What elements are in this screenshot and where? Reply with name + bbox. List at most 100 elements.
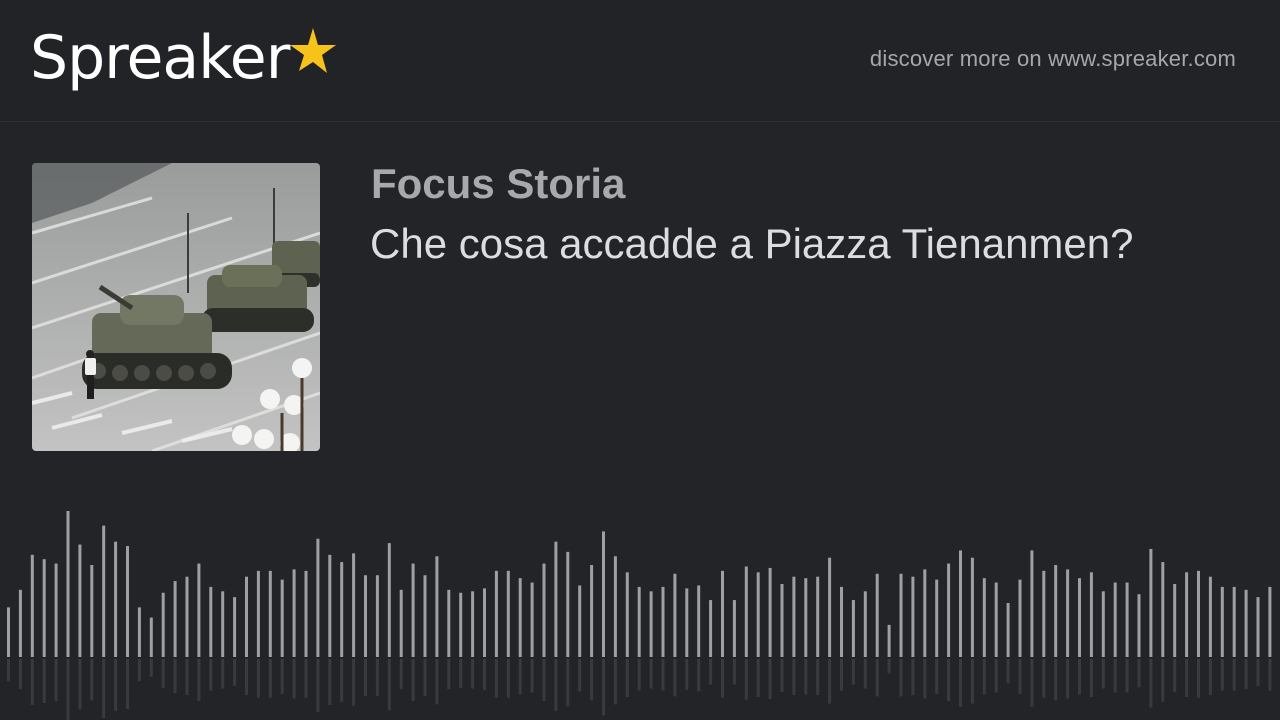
waveform-bar-reflection	[1006, 659, 1010, 684]
waveform-bar	[1149, 548, 1153, 657]
top-bar: Spreaker discover more on www.spreaker.c…	[0, 0, 1280, 122]
cover-image	[32, 163, 320, 451]
waveform-bar	[685, 588, 689, 657]
waveform-bar-reflection	[851, 659, 855, 685]
waveform-bar-reflection	[887, 659, 891, 674]
waveform-bar	[649, 591, 653, 657]
waveform-bar-reflection	[1113, 659, 1117, 693]
waveform-bar-reflection	[578, 659, 582, 692]
waveform-bar-reflection	[947, 659, 951, 702]
waveform-bar-reflection	[982, 659, 986, 695]
waveform-bar-reflection	[1137, 659, 1141, 688]
waveform-bar-reflection	[911, 659, 915, 696]
waveform-bar-reflection	[328, 659, 332, 705]
waveform-bar-reflection	[602, 659, 605, 716]
waveform-bar-reflection	[292, 659, 296, 699]
waveform-bar-reflection	[102, 659, 106, 719]
waveform-bar-reflection	[399, 659, 403, 690]
waveform-bar-reflection	[126, 659, 129, 709]
discover-more-link[interactable]: discover more on www.spreaker.com	[870, 46, 1236, 72]
waveform-bar-reflection	[780, 659, 784, 692]
waveform-bar-reflection	[1220, 659, 1224, 691]
waveform-bar	[923, 569, 927, 657]
waveform-bar	[673, 573, 677, 657]
waveform-bar	[185, 576, 189, 657]
waveform-bar	[887, 624, 891, 657]
star-icon	[290, 28, 337, 73]
waveform-bar	[756, 572, 760, 657]
waveform-bar-reflection	[1066, 659, 1070, 699]
waveform-bar	[149, 617, 153, 657]
waveform-bar-reflection	[149, 659, 153, 677]
waveform-bar	[54, 563, 58, 657]
waveform-bar-reflection	[137, 659, 141, 682]
waveform-bar-reflection	[566, 659, 570, 707]
waveform-bar-reflection	[744, 659, 748, 700]
waveform-bar	[566, 551, 570, 657]
waveform-bar	[471, 591, 475, 657]
waveform-bar-reflection	[863, 659, 867, 689]
waveform-bar	[209, 586, 213, 657]
waveform-bar	[221, 591, 225, 657]
waveform-bar-reflection	[494, 659, 498, 698]
waveform-bar-reflection	[340, 659, 344, 702]
waveform-bar-reflection	[1161, 659, 1165, 702]
waveform-bar	[304, 570, 308, 657]
waveform-bar-reflection	[1185, 659, 1189, 698]
waveform-bar	[1173, 584, 1177, 657]
waveform-bar-reflection	[352, 659, 356, 706]
waveform-bar-reflection	[1208, 659, 1212, 696]
waveform-bar	[173, 581, 177, 657]
waveform-bar	[42, 559, 46, 657]
waveform-bar	[744, 566, 748, 657]
waveform-bar-reflection	[923, 659, 927, 699]
waveform-bar-reflection	[173, 659, 177, 694]
episode-title: Che cosa accadde a Piazza Tienanmen?	[370, 220, 1134, 267]
waveform-bar	[602, 531, 605, 657]
waveform-bar	[721, 570, 724, 657]
waveform-bar-reflection	[685, 659, 689, 690]
waveform-bar-reflection	[18, 659, 22, 690]
waveform-bar	[506, 570, 510, 657]
waveform-bar-reflection	[542, 659, 546, 702]
waveform-bar	[768, 567, 772, 657]
waveform-bar-reflection	[1268, 659, 1272, 691]
waveform-bar	[709, 600, 713, 657]
brand-name: Spreaker	[30, 23, 290, 93]
waveform-bar	[1006, 602, 1010, 657]
waveform-bar-reflection	[697, 659, 701, 692]
waveform-bar-reflection	[721, 659, 724, 698]
waveform-bar	[1101, 591, 1105, 657]
waveform-bar	[18, 589, 22, 657]
waveform-bar-reflection	[804, 659, 808, 695]
waveform-bar	[114, 541, 118, 657]
waveform-bar-reflection	[1197, 659, 1200, 698]
waveform-bar-reflection	[768, 659, 772, 700]
waveform-bar	[102, 525, 106, 657]
spreaker-logo[interactable]: Spreaker	[30, 24, 337, 99]
waveform-bar-reflection	[816, 659, 820, 696]
waveform-bar	[161, 592, 165, 657]
waveform-bar	[875, 573, 879, 657]
waveform-bar	[697, 585, 701, 657]
waveform-bar	[554, 541, 558, 657]
waveform-bar	[387, 543, 391, 657]
waveform-bar-reflection	[756, 659, 760, 698]
waveform-bar	[447, 589, 451, 657]
waveform-bar	[1113, 582, 1117, 657]
waveform-bar	[423, 575, 427, 657]
waveform-bar-reflection	[375, 659, 379, 696]
waveform-bar	[959, 550, 962, 657]
waveform-bar	[399, 589, 403, 657]
waveform-bar	[66, 511, 70, 657]
waveform-bar	[364, 575, 367, 657]
waveform-bar	[828, 557, 832, 657]
waveform-bar	[1197, 570, 1200, 657]
waveform-bar	[792, 576, 796, 657]
waveform-bar	[899, 573, 903, 657]
waveform-bar	[982, 578, 986, 657]
waveform-bar-reflection	[1173, 659, 1177, 692]
waveform-bar-reflection	[1101, 659, 1105, 689]
waveform-bar	[78, 544, 82, 657]
waveform-bar	[625, 572, 629, 657]
